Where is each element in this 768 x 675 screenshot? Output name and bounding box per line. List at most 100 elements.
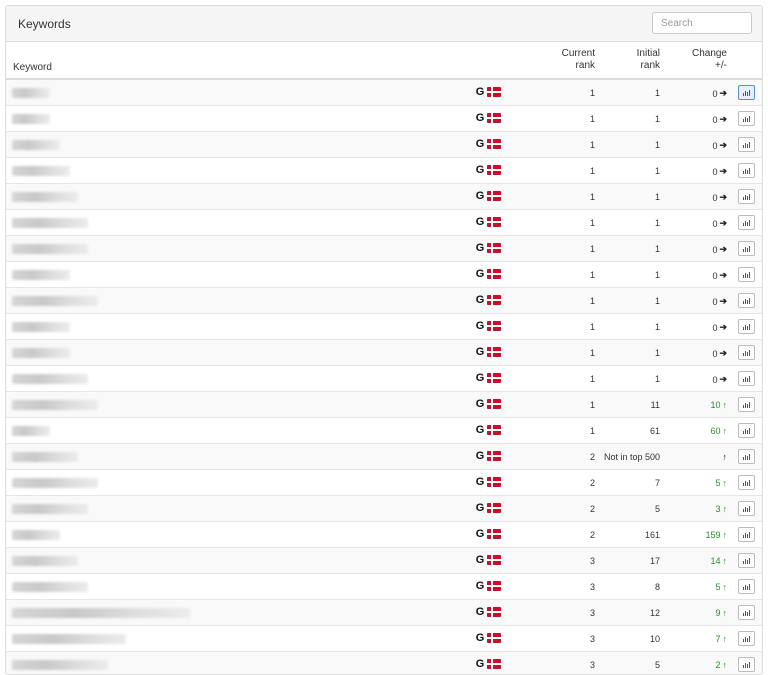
view-chart-button[interactable] [738, 371, 755, 386]
rank-change: 3 ↑ [715, 504, 727, 514]
google-g-icon: G [475, 632, 485, 644]
google-g-icon: G [475, 112, 485, 124]
arrow-up-icon: ↑ [722, 400, 728, 410]
initial-rank: Not in top 500 [603, 452, 660, 462]
view-chart-button[interactable] [738, 267, 755, 282]
initial-rank: 1 [654, 192, 660, 202]
google-g-icon: G [475, 502, 485, 514]
current-rank: 1 [589, 374, 595, 384]
arrow-up-icon: ↑ [722, 608, 728, 618]
rank-change-value: 0 [712, 244, 718, 255]
panel-title: Keywords [18, 17, 71, 31]
search-engine-indicator: G [475, 216, 501, 228]
bar-chart-icon [743, 558, 750, 564]
view-chart-button[interactable] [738, 657, 755, 672]
arrow-right-icon: ➔ [719, 244, 727, 254]
search-engine-indicator: G [475, 164, 501, 176]
denmark-flag-icon [487, 581, 501, 591]
view-chart-button[interactable] [738, 527, 755, 542]
keyword-redacted [12, 478, 98, 488]
column-header-current-rank[interactable]: Current rank [562, 48, 595, 72]
column-header-keyword[interactable]: Keyword [13, 62, 52, 74]
initial-rank: 1 [654, 140, 660, 150]
keyword-redacted [12, 348, 70, 358]
search-engine-indicator: G [475, 268, 501, 280]
rank-change-value: 0 [712, 296, 718, 307]
google-g-icon: G [475, 216, 485, 228]
google-g-icon: G [475, 398, 485, 410]
bar-chart-icon [743, 428, 750, 434]
rank-change-value: 0 [712, 322, 718, 333]
rank-change: 5 ↑ [715, 582, 727, 592]
search-engine-indicator: G [475, 502, 501, 514]
bar-chart-icon [743, 116, 750, 122]
current-rank: 2 [589, 504, 595, 514]
keyword-redacted [12, 556, 78, 566]
current-rank: 1 [589, 244, 595, 254]
view-chart-button[interactable] [738, 579, 755, 594]
search-engine-indicator: G [475, 398, 501, 410]
view-chart-button[interactable] [738, 553, 755, 568]
view-chart-button[interactable] [738, 319, 755, 334]
current-rank: 1 [589, 140, 595, 150]
table-row: G 2 Not in top 500 ↑ [6, 444, 762, 470]
rank-change: 0 ➔ [712, 140, 727, 151]
keyword-redacted [12, 218, 88, 228]
denmark-flag-icon [487, 113, 501, 123]
view-chart-button[interactable] [738, 449, 755, 464]
keyword-redacted [12, 608, 190, 618]
view-chart-button[interactable] [738, 605, 755, 620]
initial-rank: 5 [654, 504, 660, 514]
keyword-redacted [12, 192, 78, 202]
rank-change-value: 0 [712, 192, 718, 203]
bar-chart-icon [743, 584, 750, 590]
view-chart-button[interactable] [738, 85, 755, 100]
current-rank: 1 [589, 88, 595, 98]
search-engine-indicator: G [475, 372, 501, 384]
view-chart-button[interactable] [738, 345, 755, 360]
view-chart-button[interactable] [738, 475, 755, 490]
view-chart-button[interactable] [738, 397, 755, 412]
rank-change-value: 5 [715, 582, 721, 592]
google-g-icon: G [475, 554, 485, 566]
current-rank: 1 [589, 218, 595, 228]
google-g-icon: G [475, 320, 485, 332]
initial-rank: 161 [644, 530, 660, 540]
view-chart-button[interactable] [738, 631, 755, 646]
view-chart-button[interactable] [738, 137, 755, 152]
denmark-flag-icon [487, 425, 501, 435]
view-chart-button[interactable] [738, 501, 755, 516]
table-row: G 1 1 0 ➔ [6, 288, 762, 314]
view-chart-button[interactable] [738, 111, 755, 126]
view-chart-button[interactable] [738, 241, 755, 256]
column-header-change-line1: Change [691, 48, 727, 59]
rank-change-value: 0 [712, 348, 718, 359]
denmark-flag-icon [487, 477, 501, 487]
view-chart-button[interactable] [738, 293, 755, 308]
rank-change: 14 ↑ [710, 556, 727, 566]
view-chart-button[interactable] [738, 163, 755, 178]
bar-chart-icon [743, 454, 750, 460]
arrow-right-icon: ➔ [719, 166, 727, 176]
rank-change: 0 ➔ [712, 218, 727, 229]
bar-chart-icon [743, 402, 750, 408]
table-row: G 3 17 14 ↑ [6, 548, 762, 574]
search-engine-indicator: G [475, 294, 501, 306]
current-rank: 3 [589, 608, 595, 618]
view-chart-button[interactable] [738, 189, 755, 204]
search-input[interactable] [652, 12, 752, 34]
search-engine-indicator: G [475, 632, 501, 644]
bar-chart-icon [743, 480, 750, 486]
table-row: G 3 10 7 ↑ [6, 626, 762, 652]
rank-change: ↑ [721, 452, 728, 462]
column-header-change[interactable]: Change +/- [692, 48, 727, 72]
current-rank: 3 [589, 582, 595, 592]
view-chart-button[interactable] [738, 215, 755, 230]
initial-rank: 1 [654, 348, 660, 358]
column-header-initial-rank[interactable]: Initial rank [637, 48, 660, 72]
view-chart-button[interactable] [738, 423, 755, 438]
arrow-right-icon: ➔ [719, 218, 727, 228]
table-row: G 1 1 0 ➔ [6, 314, 762, 340]
rank-change-value: 0 [712, 218, 718, 229]
bar-chart-icon [743, 532, 750, 538]
